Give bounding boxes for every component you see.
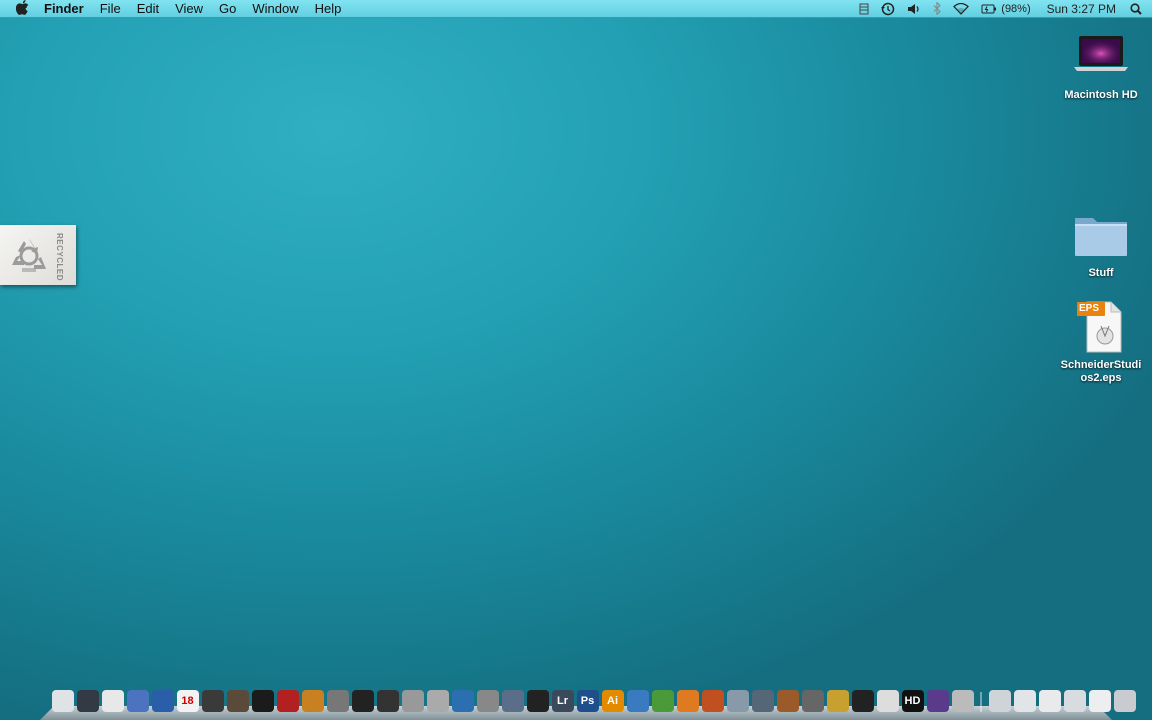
menu-help[interactable]: Help [307, 0, 350, 17]
hard-drive-icon [1074, 36, 1128, 71]
disc-icon[interactable] [476, 690, 499, 712]
tubes-icon[interactable] [401, 690, 424, 712]
gmail-icon[interactable] [101, 690, 124, 712]
clapper2-icon[interactable] [376, 690, 399, 712]
menu-edit[interactable]: Edit [129, 0, 167, 17]
photoshop-icon[interactable]: Ps [576, 690, 599, 712]
bird-icon[interactable] [826, 690, 849, 712]
hd-icon[interactable]: HD [901, 690, 924, 712]
finder-icon[interactable] [51, 690, 74, 712]
menu-bar: Finder File Edit View Go Window Help (98… [0, 0, 1152, 18]
menu-file[interactable]: File [92, 0, 129, 17]
desktop-icon-label: Macintosh HD [1064, 89, 1138, 101]
dock-item-label: Ai [607, 695, 618, 707]
battery-icon[interactable]: (98%) [975, 0, 1036, 17]
red-icon[interactable] [276, 690, 299, 712]
clapper-icon[interactable] [351, 690, 374, 712]
gun-icon[interactable] [801, 690, 824, 712]
desktop-icon-label: Stuff [1088, 267, 1114, 279]
spotlight-search-icon[interactable] [1126, 0, 1152, 17]
quill-icon[interactable] [451, 690, 474, 712]
settings-icon[interactable] [951, 690, 974, 712]
recycled-label: RECYCLED [55, 233, 64, 282]
barrel-icon[interactable] [776, 690, 799, 712]
time-machine-icon[interactable] [875, 0, 901, 17]
battery-percentage: (98%) [1001, 2, 1031, 15]
w-icon[interactable] [626, 690, 649, 712]
illustrator-icon[interactable]: Ai [601, 690, 624, 712]
rocket-icon[interactable] [726, 690, 749, 712]
image-icon[interactable] [501, 690, 524, 712]
dashboard-icon[interactable] [76, 690, 99, 712]
pirate-icon[interactable] [851, 690, 874, 712]
volume-icon[interactable] [901, 0, 927, 17]
monitor-icon[interactable] [251, 690, 274, 712]
eps-badge-text: EPS [1079, 303, 1100, 314]
stamp-icon[interactable] [701, 690, 724, 712]
mail-icon[interactable] [126, 690, 149, 712]
menu-go[interactable]: Go [211, 0, 244, 17]
stack-icon[interactable] [1063, 690, 1086, 712]
bulb-icon[interactable] [876, 690, 899, 712]
bluetooth-icon[interactable] [927, 0, 947, 17]
menu-finder[interactable]: Finder [36, 0, 92, 17]
recycled-tag: RECYCLED [0, 225, 76, 285]
dock: 18 Lr Ps Ai HD [40, 688, 1136, 720]
desktop-icon-macintosh-hd[interactable]: Macintosh HD [1056, 34, 1146, 102]
lightroom-icon[interactable]: Lr [551, 690, 574, 712]
status-area: (98%) Sun 3:27 PM [853, 0, 1152, 17]
stack-icon[interactable] [988, 690, 1011, 712]
ical-icon[interactable]: 18 [176, 690, 199, 712]
plane-icon[interactable] [751, 690, 774, 712]
trash-icon[interactable] [1113, 690, 1136, 712]
wifi-icon[interactable] [947, 0, 975, 17]
pencil-icon[interactable] [426, 690, 449, 712]
menu-view[interactable]: View [167, 0, 211, 17]
desktop-icon-label: SchneiderStudios2.eps [1060, 359, 1142, 384]
dock-item-label: 18 [181, 695, 194, 707]
firefox-icon[interactable] [151, 690, 174, 712]
tool-icon[interactable] [226, 690, 249, 712]
desktop-icon-stuff[interactable]: Stuff [1056, 212, 1146, 280]
dvd-icon[interactable] [526, 690, 549, 712]
plant-icon[interactable] [651, 690, 674, 712]
menu-extra-bars-icon[interactable] [853, 0, 875, 17]
apple-menu-icon[interactable] [8, 0, 36, 18]
folder-icon [1075, 218, 1127, 256]
dock-separator [980, 692, 982, 712]
clock[interactable]: Sun 3:27 PM [1037, 0, 1126, 17]
recycle-icon [12, 239, 46, 272]
menu-window[interactable]: Window [244, 0, 306, 17]
stack-icon[interactable] [1088, 690, 1111, 712]
orb-icon[interactable] [926, 690, 949, 712]
stack-icon[interactable] [1038, 690, 1061, 712]
stack-icon[interactable] [1013, 690, 1036, 712]
film-icon[interactable] [301, 690, 324, 712]
dock-item-label: HD [904, 695, 921, 707]
dock-items: 18 Lr Ps Ai HD [50, 688, 1137, 712]
desktop-icon-eps-file[interactable]: EPS SchneiderStudios2.eps [1056, 300, 1146, 385]
p-icon[interactable] [676, 690, 699, 712]
globe-icon[interactable] [326, 690, 349, 712]
video-icon[interactable] [201, 690, 224, 712]
dock-item-label: Ps [580, 695, 595, 707]
dock-item-label: Lr [557, 695, 568, 707]
